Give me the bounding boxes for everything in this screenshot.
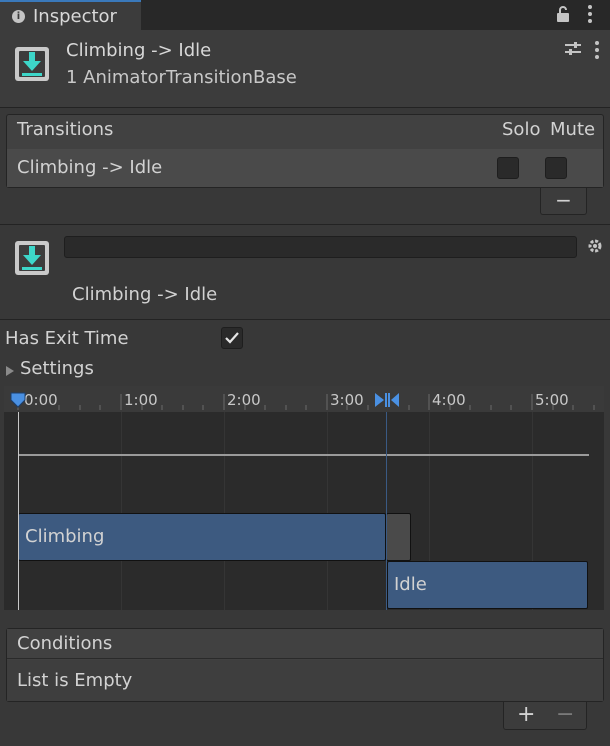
divider [0,319,610,320]
header-title: Climbing -> Idle [66,40,212,61]
transition-detail-title: Climbing -> Idle [72,284,218,305]
mute-checkbox[interactable] [545,157,567,179]
transition-row-label: Climbing -> Idle [17,157,163,178]
transition-timeline[interactable]: Climbing Idle [4,386,604,610]
tab-inspector[interactable]: i Inspector [0,0,141,30]
source-state-clip[interactable]: Climbing [18,513,386,561]
conditions-footer: + − [503,702,587,730]
settings-gear-icon[interactable] [587,238,603,259]
remove-condition-button[interactable]: − [556,702,574,727]
dest-state-clip[interactable]: Idle [387,561,588,609]
conditions-list: Conditions List is Empty [6,628,604,702]
settings-foldout-arrow-icon[interactable] [5,362,15,382]
tab-bar: i Inspector [0,0,610,30]
ruler-tick-label: 1:00 [124,391,158,409]
conditions-header-bar: Conditions [7,629,603,659]
conditions-body: List is Empty [7,660,603,701]
tab-title: Inspector [33,6,117,27]
grid-line [224,412,225,610]
transition-row[interactable]: Climbing -> Idle [7,149,603,187]
header-subtitle: 1 AnimatorTransitionBase [66,67,297,88]
transitions-list: Transitions Solo Mute Climbing -> Idle [6,114,604,188]
solo-checkbox[interactable] [497,157,519,179]
dest-state-label: Idle [394,574,427,595]
kebab-menu-icon[interactable] [580,4,600,26]
add-condition-button[interactable]: + [517,702,535,727]
grid-line [121,412,122,610]
transition-name-input[interactable] [64,236,577,258]
ruler-tick-label: 0:00 [24,391,58,409]
transition-detail-icon [14,240,50,281]
conditions-header: Conditions [17,633,113,654]
header-menu-icon[interactable] [594,40,600,65]
ruler-tick-label: 4:00 [432,391,466,409]
info-icon: i [12,10,25,23]
conditions-empty-text: List is Empty [17,670,133,691]
lock-icon[interactable] [553,5,573,25]
solo-column-label: Solo [502,119,541,140]
ruler-tick-label: 5:00 [535,391,569,409]
timeline-ruler: 0:00 1:00 2:00 3:00 4:00 5:00 [4,386,604,412]
transition-marker-line [386,404,387,610]
remove-transition-button[interactable]: − [540,188,587,215]
source-state-label: Climbing [25,526,105,547]
exit-time-block [386,513,411,561]
transitions-header: Transitions [17,119,114,140]
has-exit-time-label: Has Exit Time [5,328,129,349]
ruler-tick-label: 2:00 [227,391,261,409]
divider [0,224,610,225]
grid-line [327,412,328,610]
mute-column-label: Mute [550,119,596,140]
preset-icon[interactable] [564,40,582,63]
inspector-header: Climbing -> Idle 1 AnimatorTransitionBas… [0,30,610,108]
playhead-marker-icon[interactable] [10,392,26,413]
weight-curve [18,454,589,456]
settings-foldout-label[interactable]: Settings [20,358,94,379]
has-exit-time-checkbox[interactable] [221,327,243,349]
transition-icon [14,46,50,87]
transition-handle-icon[interactable] [373,392,401,413]
ruler-tick-label: 3:00 [330,391,364,409]
playhead-line [18,404,19,610]
